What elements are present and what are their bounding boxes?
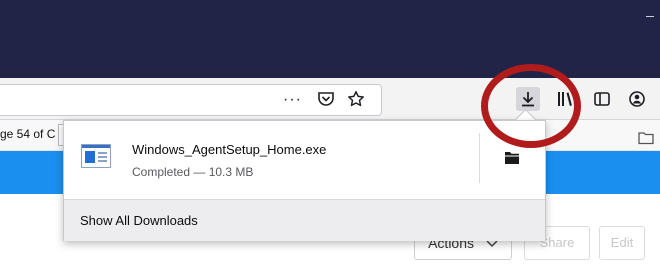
item-divider	[479, 133, 480, 183]
highlight-circle-annotation	[481, 64, 581, 148]
page-actions-icon[interactable]: ···	[283, 90, 302, 110]
browser-titlebar	[0, 0, 660, 78]
show-all-downloads-button[interactable]: Show All Downloads	[64, 199, 545, 241]
downloads-panel: Windows_AgentSetup_Home.exe Completed — …	[63, 120, 546, 241]
download-item[interactable]: Windows_AgentSetup_Home.exe Completed — …	[64, 121, 545, 195]
bookmark-star-icon[interactable]	[347, 90, 365, 114]
sidebar-icon[interactable]	[590, 87, 614, 111]
page-counter-text: ge 54 of C	[0, 127, 56, 141]
open-folder-icon[interactable]	[498, 147, 526, 169]
url-bar[interactable]: ···	[0, 84, 382, 116]
exe-file-icon	[81, 144, 111, 168]
edit-button[interactable]: Edit	[599, 226, 645, 260]
folder-icon[interactable]	[638, 129, 660, 147]
download-filename: Windows_AgentSetup_Home.exe	[132, 142, 327, 157]
minimize-icon[interactable]	[646, 16, 654, 17]
show-all-downloads-label: Show All Downloads	[80, 213, 198, 228]
download-status: Completed — 10.3 MB	[132, 165, 254, 179]
account-icon[interactable]	[625, 87, 649, 111]
pocket-icon[interactable]	[317, 90, 335, 114]
